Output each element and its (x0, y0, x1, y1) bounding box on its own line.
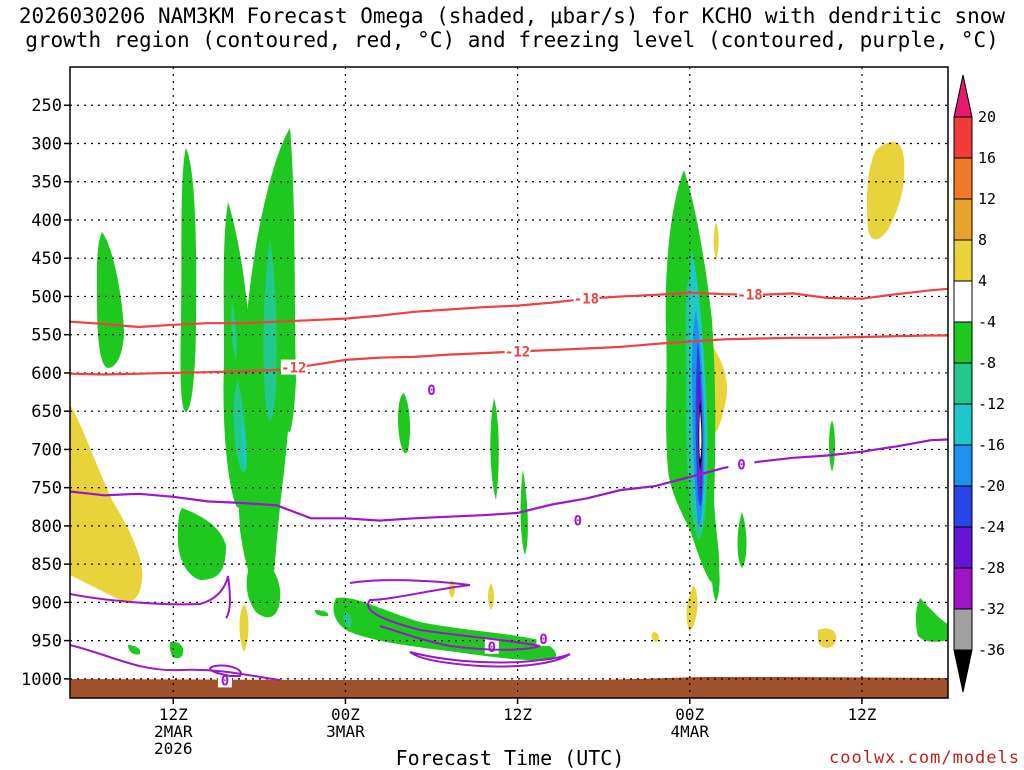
colorbar-label: -24 (978, 518, 1005, 536)
colorbar-label: -36 (978, 641, 1005, 659)
x-axis-label: Forecast Time (UTC) (395, 746, 625, 770)
y-tick-label: 950 (31, 632, 62, 652)
colorbar-label: -4 (978, 313, 996, 331)
colorbar-label: -16 (978, 436, 1005, 454)
y-tick-label: 450 (31, 249, 62, 269)
colorbar-label: 8 (978, 231, 987, 249)
contour-label: -12 (281, 361, 306, 377)
colorbar-band (953, 403, 973, 446)
colorbar-label: 4 (978, 272, 987, 290)
colorbar-band (953, 321, 973, 364)
contour-label: 0 (427, 383, 435, 399)
y-tick-label: 300 (31, 134, 62, 154)
x-tick-label: 2026 (154, 739, 193, 758)
colorbar-label: -32 (978, 600, 1005, 618)
contour-label: -12 (505, 345, 530, 361)
y-tick-label: 250 (31, 96, 62, 116)
colorbar-bottom-arrow (953, 649, 973, 693)
colorbar-band (953, 444, 973, 487)
colorbar-label: 16 (978, 149, 996, 167)
y-tick-label: 350 (31, 173, 62, 193)
ground-surface (70, 677, 948, 698)
y-tick-label: 1000 (21, 670, 62, 690)
colorbar-band (953, 280, 973, 323)
contour-label: 0 (737, 458, 745, 474)
x-tick-label: 12Z (847, 705, 876, 724)
y-tick-label: 750 (31, 479, 62, 499)
y-tick-label: 800 (31, 517, 62, 537)
colorbar-band (953, 485, 973, 528)
colorbar-top-arrow (953, 74, 973, 118)
x-tick-label: 4MAR (670, 722, 709, 741)
colorbar-band (953, 239, 973, 282)
x-tick-label: 3MAR (326, 722, 365, 741)
colorbar-label: -8 (978, 354, 996, 372)
y-axis: 250 300 350 400 450 500 550 600 650 700 750 800 850 9… (21, 96, 70, 690)
y-tick-label: 850 (31, 555, 62, 575)
colorbar-label: 20 (978, 108, 996, 126)
contour-label: -18 (574, 292, 599, 308)
colorbar-band (953, 526, 973, 569)
colorbar: 20 16 12 8 4 -4 -8 -12 -16 -20 -24 -28 -32 -36 (953, 74, 1005, 693)
colorbar-label: -28 (978, 559, 1005, 577)
x-tick-label: 12Z (503, 705, 532, 724)
contour-label: 0 (539, 632, 547, 648)
y-tick-label: 900 (31, 593, 62, 613)
credit-link[interactable]: coolwx.com/models (800, 748, 1020, 768)
colorbar-band (953, 362, 973, 405)
colorbar-label: -20 (978, 477, 1005, 495)
y-tick-label: 550 (31, 326, 62, 346)
colorbar-band (953, 608, 973, 651)
colorbar-label: 12 (978, 190, 996, 208)
y-tick-label: 500 (31, 287, 62, 307)
contour-label: 0 (488, 640, 496, 656)
colorbar-label: -12 (978, 395, 1005, 413)
colorbar-band (953, 157, 973, 200)
y-tick-label: 400 (31, 211, 62, 231)
colorbar-band (953, 567, 973, 610)
y-tick-label: 650 (31, 402, 62, 422)
y-tick-label: 600 (31, 364, 62, 384)
omega-time-height-chart: -12-12-18 -1800000 0 250300350400450500550… (21, 66, 1005, 758)
colorbar-band (953, 116, 973, 159)
y-tick-label: 700 (31, 440, 62, 460)
contour-label: 0 (574, 514, 582, 530)
contour-label: -18 (737, 288, 762, 304)
omega-positive-area (818, 628, 837, 648)
colorbar-band (953, 198, 973, 241)
